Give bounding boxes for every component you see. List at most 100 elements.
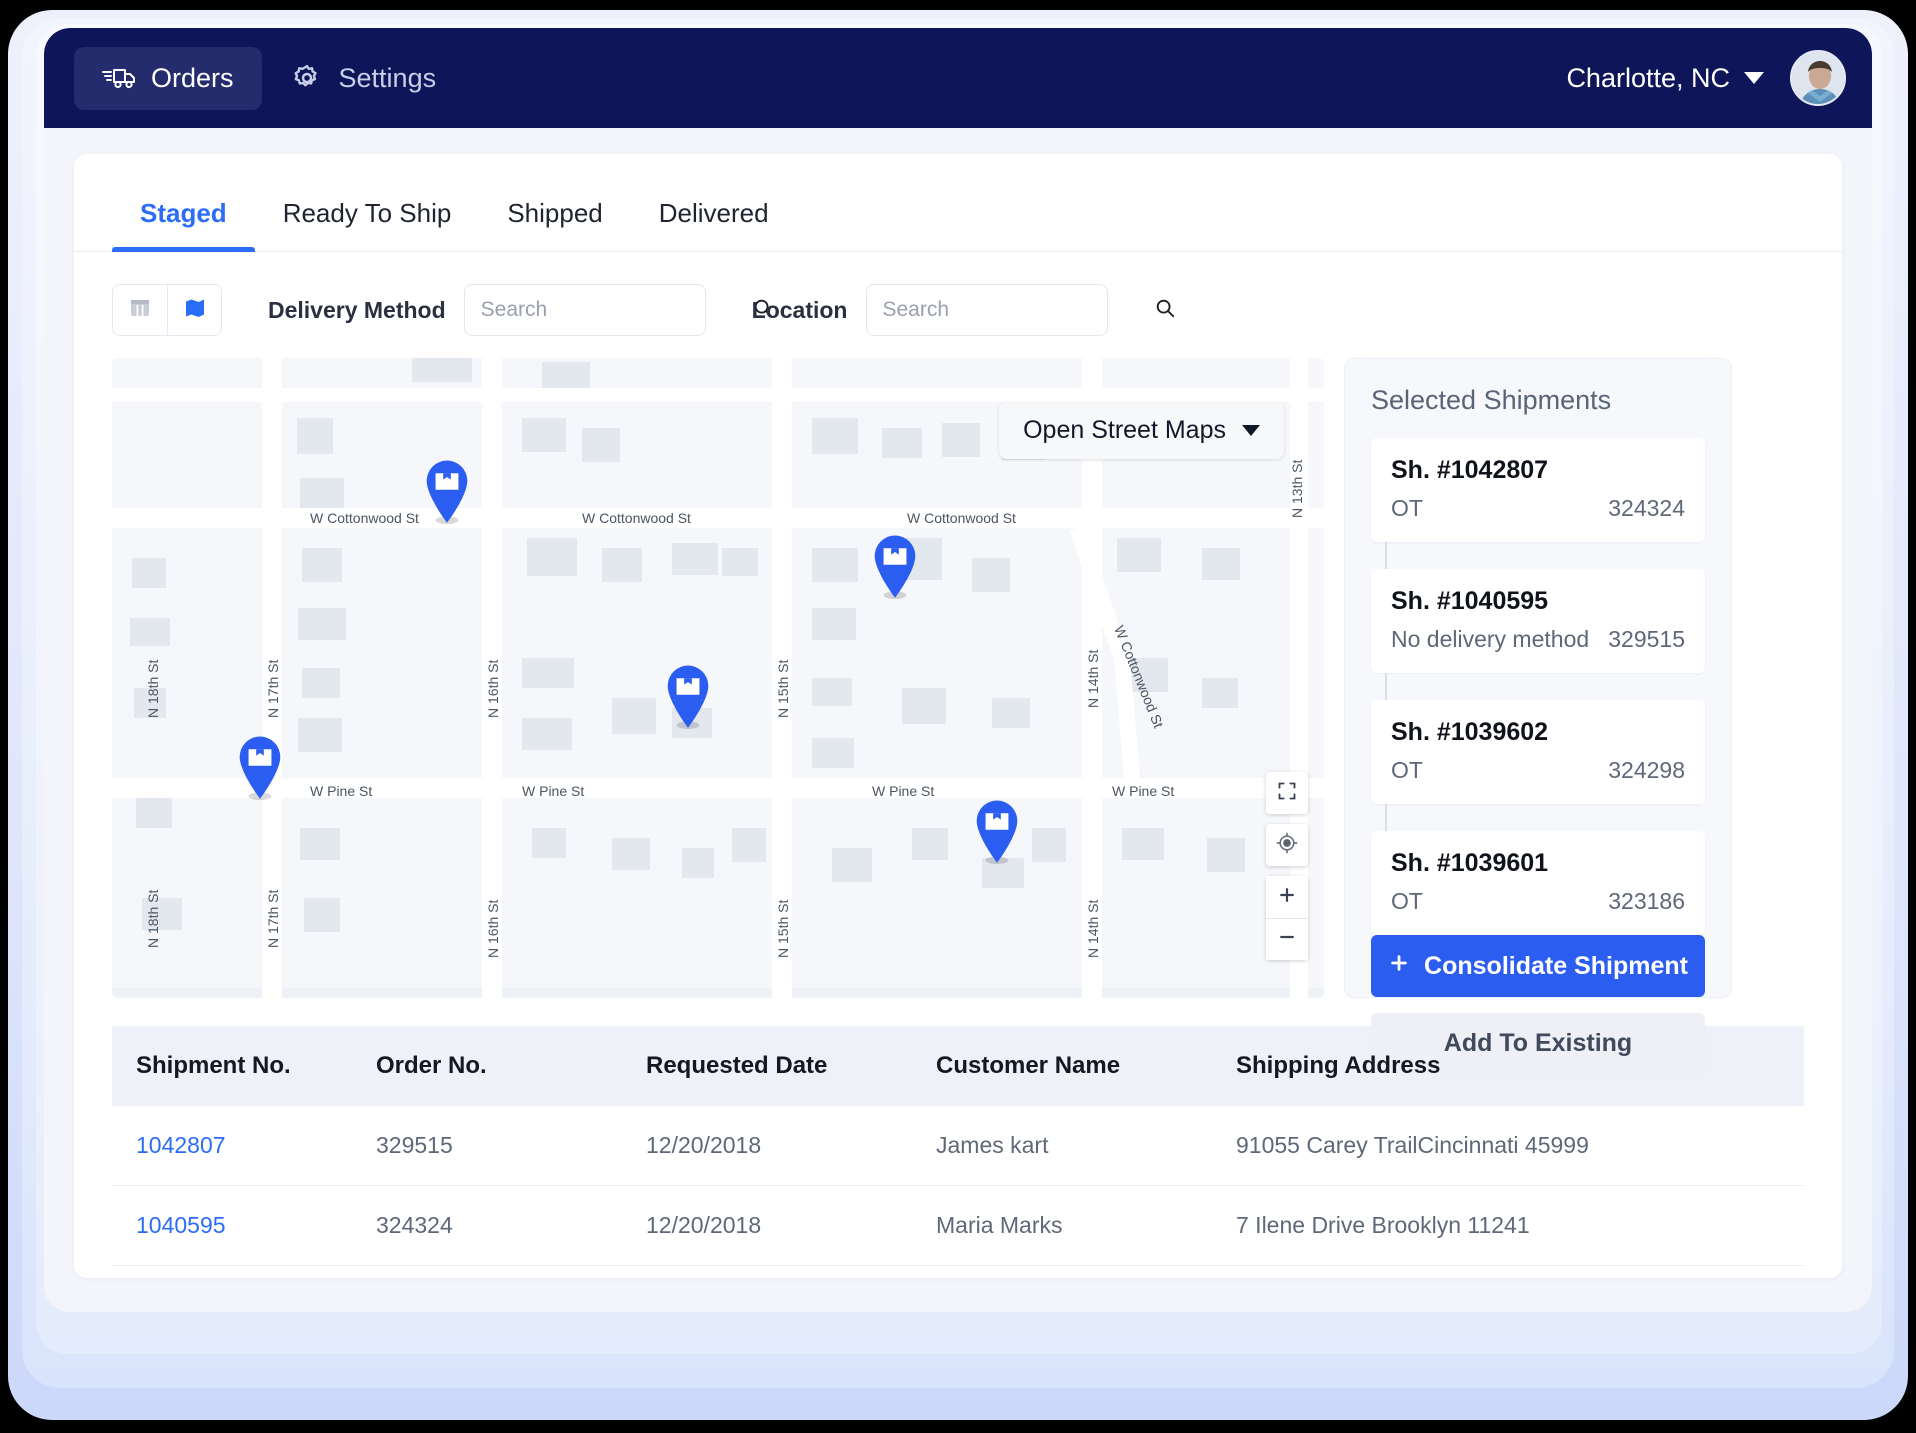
consolidate-shipment-label: Consolidate Shipment <box>1424 951 1688 980</box>
selected-shipments-title: Selected Shipments <box>1371 385 1612 415</box>
shipment-card[interactable]: Sh. #1039601 OT 323186 <box>1371 804 1705 935</box>
zoom-in-button[interactable] <box>1266 876 1308 918</box>
locate-icon <box>1276 832 1298 859</box>
filters-toolbar: Delivery Method Location <box>74 252 1842 336</box>
shipment-number: Sh. #1039602 <box>1391 718 1549 746</box>
street-label: W Pine St <box>872 783 934 799</box>
selected-shipments-panel: Selected Shipments Sh. #1042807 OT 32432… <box>1344 358 1732 1073</box>
cell-shipping-address: 7 Ilene Drive Brooklyn 11241 <box>1212 1185 1804 1266</box>
street-label: W Cottonwood St <box>907 510 1016 526</box>
street-label: N 14th St <box>1085 650 1101 708</box>
consolidate-shipment-button[interactable]: Consolidate Shipment <box>1371 935 1705 997</box>
shipment-order-number: 324298 <box>1608 757 1685 783</box>
plus-icon <box>1388 952 1410 981</box>
zoom-out-button[interactable] <box>1266 918 1308 960</box>
shipment-number: Sh. #1040595 <box>1391 587 1549 615</box>
top-navigation-bar: Orders Settings Charlotte, NC <box>44 28 1872 128</box>
zoom-controls <box>1266 876 1308 960</box>
view-mode-toggle <box>112 284 222 336</box>
col-header-order-no: Order No. <box>376 1052 487 1079</box>
gear-icon <box>290 63 324 93</box>
street-label: N 15th St <box>775 900 791 958</box>
street-label: W Pine St <box>310 783 372 799</box>
tab-shipped[interactable]: Shipped <box>479 198 630 251</box>
tab-delivered[interactable]: Delivered <box>631 198 797 251</box>
delivery-method-search-box[interactable] <box>463 284 772 336</box>
tab-ready-to-ship-label: Ready To Ship <box>282 198 452 228</box>
col-header-shipment-no: Shipment No. <box>136 1052 291 1079</box>
avatar[interactable] <box>1790 50 1846 106</box>
nav-item-orders[interactable]: Orders <box>74 46 262 110</box>
nav-item-orders-label: Orders <box>151 62 234 93</box>
map-marker-shipment[interactable] <box>234 734 286 800</box>
cell-shipment-no[interactable]: 1042807 <box>112 1106 352 1186</box>
map-marker-shipment[interactable] <box>662 663 714 730</box>
delivery-method-search-input[interactable] <box>480 298 752 322</box>
street-label: N 13th St <box>1289 460 1305 518</box>
location-selector[interactable]: Charlotte, NC <box>1566 63 1764 94</box>
chevron-down-icon <box>1744 72 1764 84</box>
shipment-order-number: 323186 <box>1608 888 1685 914</box>
map-marker-shipment[interactable] <box>971 798 1023 864</box>
map-controls <box>1266 772 1308 960</box>
shipment-delivery-method: No delivery method <box>1391 626 1590 652</box>
tab-delivered-label: Delivered <box>658 198 769 228</box>
location-filter-label: Location <box>751 296 848 323</box>
shipment-card[interactable]: Sh. #1039602 OT 324298 <box>1371 673 1705 804</box>
table-body: 1042807 329515 12/20/2018 James kart 910… <box>112 1106 1804 1266</box>
cell-order-no: 329515 <box>352 1106 622 1186</box>
shipment-number: Sh. #1042807 <box>1391 456 1549 484</box>
map-view-button[interactable] <box>167 285 221 335</box>
street-label: W Pine St <box>522 783 584 799</box>
search-icon <box>1154 297 1176 324</box>
location-search-input[interactable] <box>882 298 1154 322</box>
cell-shipment-no[interactable]: 1040595 <box>112 1185 352 1266</box>
street-label: W Cottonwood St <box>310 510 419 526</box>
street-label: N 18th St <box>145 890 161 948</box>
tab-ready-to-ship[interactable]: Ready To Ship <box>255 198 480 251</box>
col-header-requested-date: Requested Date <box>646 1052 828 1079</box>
shipment-number: Sh. #1039601 <box>1391 849 1549 877</box>
location-filter: Location <box>751 284 1174 336</box>
location-label: Charlotte, NC <box>1566 62 1730 93</box>
table-row[interactable]: 1042807 329515 12/20/2018 James kart 910… <box>112 1106 1804 1186</box>
shipment-card[interactable]: Sh. #1042807 OT 324324 <box>1371 438 1705 542</box>
map-marker-shipment[interactable] <box>869 533 921 599</box>
delivery-method-label: Delivery Method <box>268 296 446 323</box>
table-view-icon <box>128 296 152 325</box>
table-row[interactable]: 1040595 324324 12/20/2018 Maria Marks 7 … <box>112 1185 1804 1266</box>
shipment-order-number: 324324 <box>1608 495 1685 521</box>
delivery-method-filter: Delivery Method <box>268 284 772 336</box>
street-label: N 16th St <box>485 900 501 958</box>
locate-button[interactable] <box>1266 824 1308 866</box>
shipment-meta: OT 323186 <box>1391 888 1685 915</box>
cell-shipping-address: 91055 Carey TrailCincinnati 45999 <box>1212 1106 1804 1186</box>
street-label: N 14th St <box>1085 900 1101 958</box>
map-container[interactable]: N 18th St N 18th St N 17th St N 17th St … <box>112 358 1324 998</box>
map-marker-shipment[interactable] <box>421 458 473 525</box>
street-label: N 16th St <box>485 660 501 718</box>
col-header-customer-name: Customer Name <box>936 1052 1121 1079</box>
shipment-meta: OT 324298 <box>1391 757 1685 784</box>
cell-customer-name: James kart <box>912 1106 1212 1186</box>
fullscreen-icon <box>1277 781 1297 806</box>
tab-staged-label: Staged <box>140 198 227 228</box>
cell-requested-date: 12/20/2018 <box>622 1185 912 1266</box>
street-label: N 18th St <box>145 660 161 718</box>
map-and-panel-row: N 18th St N 18th St N 17th St N 17th St … <box>74 336 1842 1073</box>
zoom-in-icon <box>1277 885 1297 910</box>
table-view-button[interactable] <box>113 285 167 335</box>
fullscreen-button[interactable] <box>1266 772 1308 814</box>
chevron-down-icon <box>1242 425 1260 436</box>
tab-staged[interactable]: Staged <box>112 198 255 252</box>
map-provider-selector[interactable]: Open Street Maps <box>999 402 1284 459</box>
cell-requested-date: 12/20/2018 <box>622 1106 912 1186</box>
status-tabs: Staged Ready To Ship Shipped Delivered <box>74 154 1842 252</box>
zoom-out-icon <box>1277 927 1297 952</box>
shipment-card[interactable]: Sh. #1040595 No delivery method 329515 <box>1371 542 1705 673</box>
map-view-icon <box>183 296 207 325</box>
shipment-order-number: 329515 <box>1608 626 1685 652</box>
truck-icon <box>102 63 136 93</box>
nav-item-settings[interactable]: Settings <box>262 47 465 110</box>
location-search-box[interactable] <box>865 284 1174 336</box>
